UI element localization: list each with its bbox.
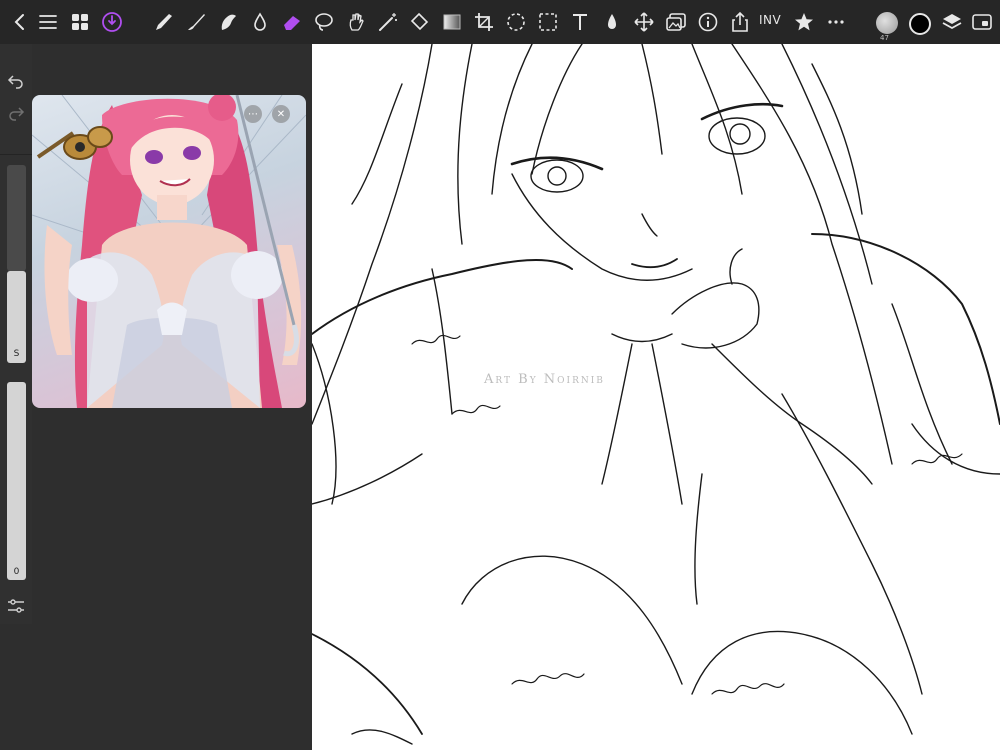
star-icon[interactable]: [792, 10, 816, 34]
fullscreen-icon[interactable]: [970, 10, 994, 34]
reference-icon[interactable]: [664, 10, 688, 34]
watermark-text: Art By Noirnib: [484, 372, 605, 387]
smudge-icon[interactable]: [216, 10, 240, 34]
reference-image: [32, 95, 306, 408]
size-slider-label: S: [13, 349, 20, 359]
top-toolbar: INV 47: [0, 0, 1000, 44]
adjustments-icon[interactable]: [6, 598, 26, 614]
layers-icon[interactable]: [940, 10, 964, 34]
eraser-icon[interactable]: [280, 10, 304, 34]
opacity-slider[interactable]: [7, 382, 26, 580]
brush-size-value: 47: [880, 34, 889, 42]
brush-icon[interactable]: [184, 10, 208, 34]
reference-options-button[interactable]: ⋯: [244, 105, 262, 123]
info-icon[interactable]: [696, 10, 720, 34]
more-icon[interactable]: [824, 10, 848, 34]
undo-icon[interactable]: [7, 72, 25, 90]
text-icon[interactable]: [568, 10, 592, 34]
rect-select-icon[interactable]: [536, 10, 560, 34]
menu-icon[interactable]: [36, 10, 60, 34]
size-slider-track[interactable]: [7, 165, 26, 271]
opacity-slider-label: 0: [13, 567, 20, 577]
redo-icon[interactable]: [7, 104, 25, 122]
left-sidebar: S 0: [0, 44, 32, 624]
gallery-icon[interactable]: [68, 10, 92, 34]
hand-icon[interactable]: [344, 10, 368, 34]
invert-button[interactable]: INV: [759, 13, 781, 27]
fill-icon[interactable]: [408, 10, 432, 34]
reference-window[interactable]: ⋯ ✕: [32, 95, 306, 408]
blur-icon[interactable]: [248, 10, 272, 34]
crop-icon[interactable]: [472, 10, 496, 34]
move-icon[interactable]: [632, 10, 656, 34]
pencil-icon[interactable]: [152, 10, 176, 34]
ellipse-select-icon[interactable]: [504, 10, 528, 34]
dropper-icon[interactable]: [600, 10, 624, 34]
lasso-icon[interactable]: [312, 10, 336, 34]
reference-close-button[interactable]: ✕: [272, 105, 290, 123]
sketch-lineart: [312, 44, 1000, 745]
app-window: INV 47 S 0 Art By Noirnib ⋯ ✕: [0, 0, 1000, 750]
color-swatch[interactable]: [909, 13, 931, 35]
sidebar-divider: [0, 154, 32, 155]
magic-wand-icon[interactable]: [376, 10, 400, 34]
back-icon[interactable]: [8, 10, 32, 34]
gradient-icon[interactable]: [440, 10, 464, 34]
share-icon[interactable]: [728, 10, 752, 34]
actions-icon[interactable]: [100, 10, 124, 34]
drawing-canvas[interactable]: Art By Noirnib: [312, 44, 1000, 750]
brush-size-button[interactable]: [876, 12, 898, 34]
